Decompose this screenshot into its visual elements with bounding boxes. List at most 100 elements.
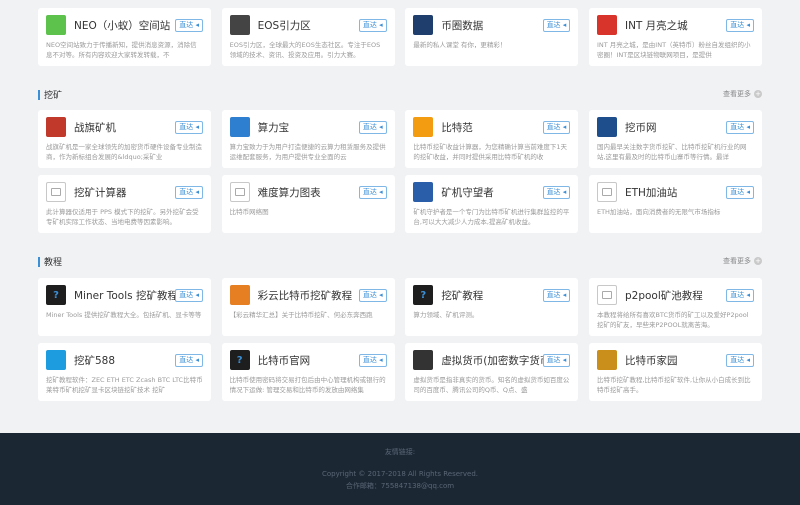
card-title[interactable]: 币圈数据 xyxy=(441,18,542,33)
site-card[interactable]: 彩云比特币挖矿教程 直达 ◂ 【彩云精华汇总】关于比特币挖矿、何必东奔西跑 xyxy=(221,278,395,336)
go-button[interactable]: 直达 ◂ xyxy=(358,288,387,302)
site-card[interactable]: 比特币家园 直达 ◂ 比特币挖矿教程,比特币挖矿软件,让你从小白成长到比特币挖矿高手… xyxy=(588,343,762,401)
go-button[interactable]: 直达 ◂ xyxy=(358,120,387,134)
go-button[interactable]: 直达 ◂ xyxy=(542,288,571,302)
site-card[interactable]: INT 月亮之城 直达 ◂ INT 月亮之城，是由INT（英特币）粉丝自发组织的小密… xyxy=(588,8,762,66)
site-card[interactable]: EOS引力区 直达 ◂ EOS引力区，全球最大的EOS生态社区。专注于EOS领域的技… xyxy=(221,8,395,66)
go-button[interactable]: 直达 ◂ xyxy=(726,288,754,302)
eos-logo-icon xyxy=(229,15,250,35)
card-description: 【彩云精华汇总】关于比特币挖矿、何必东奔西跑 xyxy=(229,311,373,319)
go-button[interactable]: 直达 ◂ xyxy=(726,120,754,134)
card-title[interactable]: NEO（小蚁）空间站 xyxy=(74,18,175,33)
card-title[interactable]: 矿机守望者 xyxy=(441,185,542,200)
card-title[interactable]: 挖币网 xyxy=(625,120,726,135)
card-header: 虚拟货币(加密数字货币)直达 ◂ xyxy=(413,349,571,371)
site-card[interactable]: 币圈数据 直达 ◂ 最新的私人课堂 有你，更精彩！ xyxy=(405,8,579,66)
see-more-tutorial-link[interactable]: 查看更多 + xyxy=(723,256,762,266)
card-description: 战旗矿机是一家全球领先的加密货币硬件设备专业制造商，作为新标组合发展的&ldqu… xyxy=(46,143,202,161)
wakuang588-logo-icon xyxy=(46,350,66,370)
question-logo-icon: ? xyxy=(413,285,434,305)
card-title[interactable]: INT 月亮之城 xyxy=(625,18,726,33)
site-card[interactable]: 虚拟货币(加密数字货币)直达 ◂ 虚拟货币是指非真实的货币。知名的虚拟货币如百度公… xyxy=(405,343,579,401)
neo-logo-icon xyxy=(46,15,66,35)
site-card[interactable]: 矿机守望者 直达 ◂ 矿机守护者是一个专门为比特币矿机进行集群监控的平台,可以大大减… xyxy=(405,175,579,233)
go-button[interactable]: 直达 ◂ xyxy=(542,185,571,199)
go-button[interactable]: 直达 ◂ xyxy=(175,18,203,32)
site-card[interactable]: ? 挖矿教程 直达 ◂ 算力领域、矿机评测。 xyxy=(405,278,579,336)
go-button[interactable]: 直达 ◂ xyxy=(175,353,203,367)
p2pool-image-icon xyxy=(596,285,617,305)
card-description: INT 月亮之城，是由INT（英特币）粉丝自发组织的小密圈！INT是区块链物联网… xyxy=(596,41,751,59)
go-button[interactable]: 直达 ◂ xyxy=(726,353,754,367)
site-card[interactable]: 挖币网 直达 ◂ 国内最早关注数字货币挖矿、比特币挖矿机行业的网站,这里有最及时的比… xyxy=(588,110,762,168)
card-title[interactable]: 难度算力图表 xyxy=(258,185,359,200)
card-title[interactable]: EOS引力区 xyxy=(258,18,359,33)
see-more-label: 查看更多 xyxy=(723,90,751,98)
go-button[interactable]: 直达 ◂ xyxy=(542,120,571,134)
card-title[interactable]: Miner Tools 挖矿教程 xyxy=(74,288,175,303)
card-title[interactable]: 彩云比特币挖矿教程 xyxy=(258,288,359,303)
card-description: 矿机守护者是一个专门为比特币矿机进行集群监控的平台,可以大大减少人力成本,提高矿… xyxy=(413,208,570,226)
section-header-tutorial: 教程 查看更多 + xyxy=(38,255,762,269)
card-title[interactable]: 比特币家园 xyxy=(625,353,726,368)
card-header: ? 比特币官网 直达 ◂ xyxy=(229,349,387,371)
card-description: 比特币挖矿收益计算器，为您精确计算当前难度下1天的挖矿收益，并同时提供采用比特币… xyxy=(413,143,567,161)
go-button[interactable]: 直达 ◂ xyxy=(358,353,387,367)
card-title[interactable]: 虚拟货币(加密数字货币) xyxy=(441,353,542,368)
card-header: 算力宝 直达 ◂ xyxy=(229,116,387,138)
card-description: 本教程将给所有喜欢BTC货币的矿工以及爱好P2pool挖矿的矿友，早些来P2PO… xyxy=(596,311,749,329)
card-description: 国内最早关注数字货币挖矿、比特币挖矿机行业的网站,这里有最及时的比特币山寨币等行… xyxy=(596,143,747,161)
go-button[interactable]: 直达 ◂ xyxy=(542,353,571,367)
plus-circle-icon: + xyxy=(754,90,762,98)
site-card[interactable]: p2pool矿池教程 直达 ◂ 本教程将给所有喜欢BTC货币的矿工以及爱好P2poo… xyxy=(588,278,762,336)
card-title[interactable]: 比特范 xyxy=(441,120,542,135)
card-header: EOS引力区 直达 ◂ xyxy=(229,14,387,36)
card-title[interactable]: 挖矿教程 xyxy=(441,288,542,303)
watcher-logo-icon xyxy=(413,182,434,202)
go-button[interactable]: 直达 ◂ xyxy=(175,185,203,199)
go-button[interactable]: 直达 ◂ xyxy=(358,18,387,32)
site-card[interactable]: 比特范 直达 ◂ 比特币挖矿收益计算器，为您精确计算当前难度下1天的挖矿收益，并同时… xyxy=(405,110,579,168)
card-header: 彩云比特币挖矿教程 直达 ◂ xyxy=(229,284,387,306)
plus-circle-icon: + xyxy=(754,257,762,265)
go-button[interactable]: 直达 ◂ xyxy=(726,18,754,32)
card-title[interactable]: 算力宝 xyxy=(258,120,359,135)
chart-image-icon xyxy=(229,182,250,202)
row-tutorial-2: 挖矿588 直达 ◂ 挖矿教程软件：ZEC ETH ETC Zcash BTC LT… xyxy=(38,343,762,401)
row-mining-1: 战旗矿机 直达 ◂ 战旗矿机是一家全球领先的加密货币硬件设备专业制造商，作为新标组合… xyxy=(38,110,762,168)
card-title[interactable]: ETH加油站 xyxy=(625,185,726,200)
go-button[interactable]: 直达 ◂ xyxy=(358,185,387,199)
wabi-logo-icon xyxy=(596,117,617,137)
go-button[interactable]: 直达 ◂ xyxy=(175,288,203,302)
section-accent-bar xyxy=(38,257,40,267)
card-title[interactable]: 比特币官网 xyxy=(258,353,359,368)
card-description: 算力宝致力于为用户打造便捷的云算力租赁服务及提供运维配套服务，为用户提供专业全面… xyxy=(229,143,386,161)
virtual-coin-logo-icon xyxy=(413,350,434,370)
site-card[interactable]: ETH加油站 直达 ◂ ETH加油站，面向消费者的无限气市场指标 xyxy=(588,175,762,233)
site-card[interactable]: 挖矿计算器 直达 ◂ 此计算器仅适用于 PPS 模式下的挖矿。另外挖矿会受专矿机实际… xyxy=(38,175,211,233)
card-title[interactable]: 战旗矿机 xyxy=(74,120,175,135)
card-header: p2pool矿池教程 直达 ◂ xyxy=(596,284,754,306)
card-title[interactable]: p2pool矿池教程 xyxy=(625,288,726,303)
go-button[interactable]: 直达 ◂ xyxy=(175,120,203,134)
site-footer: 友情链接: Copyright © 2017-2018 All Rights R… xyxy=(0,433,800,505)
caiyun-logo-icon xyxy=(229,285,250,305)
go-button[interactable]: 直达 ◂ xyxy=(726,185,754,199)
see-more-label: 查看更多 xyxy=(723,257,751,265)
card-description: 比特币使用密码将交易打包后由中心管理机构或银行的情况下运做: 管理交易和比特币的… xyxy=(229,376,386,394)
card-title[interactable]: 挖矿计算器 xyxy=(74,185,175,200)
card-title[interactable]: 挖矿588 xyxy=(74,353,175,368)
site-card[interactable]: ? Miner Tools 挖矿教程 直达 ◂ Miner Tools 提供挖矿教程大… xyxy=(38,278,211,336)
site-card[interactable]: ? 比特币官网 直达 ◂ 比特币使用密码将交易打包后由中心管理机构或银行的情况下运做:… xyxy=(221,343,395,401)
site-card[interactable]: 挖矿588 直达 ◂ 挖矿教程软件：ZEC ETH ETC Zcash BTC LT… xyxy=(38,343,211,401)
see-more-mining-link[interactable]: 查看更多 + xyxy=(723,89,762,99)
site-card[interactable]: 难度算力图表 直达 ◂ 比特币网络图 xyxy=(221,175,395,233)
site-card[interactable]: 战旗矿机 直达 ◂ 战旗矿机是一家全球领先的加密货币硬件设备专业制造商，作为新标组合… xyxy=(38,110,211,168)
contact-email[interactable]: 合作邮箱：755847138@qq.com xyxy=(0,481,800,491)
section-header-mining: 挖矿 查看更多 + xyxy=(38,88,762,102)
site-card[interactable]: NEO（小蚁）空间站 直达 ◂ NEO空间站致力于传播新知，提供消息资源，消除信息不… xyxy=(38,8,211,66)
card-header: 比特范 直达 ◂ xyxy=(413,116,571,138)
eth-image-icon xyxy=(596,182,617,202)
site-card[interactable]: 算力宝 直达 ◂ 算力宝致力于为用户打造便捷的云算力租赁服务及提供运维配套服务，为用… xyxy=(221,110,395,168)
go-button[interactable]: 直达 ◂ xyxy=(542,18,571,32)
